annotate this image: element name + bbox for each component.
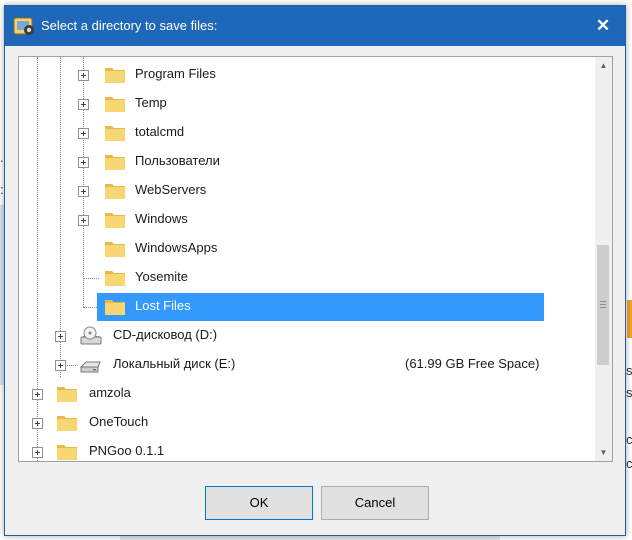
scrollbar-grip [600, 301, 606, 302]
tree-node-label: WebServers [135, 182, 207, 197]
tree-node-pngoo[interactable]: PNGoo 0.1.1 [19, 437, 594, 461]
tree-view-content: Program Files Temp totalcmd Пользователи… [19, 57, 594, 461]
background-text: s [626, 385, 632, 400]
tree-node-windows[interactable]: Windows [19, 205, 594, 234]
close-icon: ✕ [595, 16, 611, 35]
expand-icon[interactable] [78, 215, 89, 226]
tree-node-label: PNGoo 0.1.1 [89, 443, 165, 458]
free-space-label: (61.99 GB Free Space) [405, 356, 540, 371]
folder-icon [105, 300, 125, 315]
folder-icon [57, 387, 77, 402]
tree-node-webservers[interactable]: WebServers [19, 176, 594, 205]
close-button[interactable]: ✕ [581, 6, 625, 46]
tree-node-amzola[interactable]: amzola [19, 379, 594, 408]
tree-node-temp[interactable]: Temp [19, 89, 594, 118]
expand-icon[interactable] [78, 99, 89, 110]
select-directory-dialog: Select a directory to save files: ✕ Prog… [4, 5, 626, 536]
expand-icon[interactable] [78, 70, 89, 81]
dialog-title: Select a directory to save files: [41, 18, 218, 33]
folder-icon [105, 155, 125, 170]
expand-icon[interactable] [32, 418, 43, 429]
background-text: c [626, 456, 632, 471]
scrollbar-grip [600, 307, 606, 308]
folder-icon [57, 445, 77, 460]
tree-node-cd-drive[interactable]: CD-дисковод (D:) [19, 321, 594, 350]
tree-node-onetouch[interactable]: OneTouch [19, 408, 594, 437]
tree-node-label: OneTouch [89, 414, 149, 429]
folder-icon [105, 68, 125, 83]
tree-node-windowsapps[interactable]: WindowsApps [19, 234, 594, 263]
tree-node-lost-files[interactable]: Lost Files [19, 292, 594, 321]
folder-icon [105, 213, 125, 228]
directory-tree[interactable]: Program Files Temp totalcmd Пользователи… [18, 56, 613, 462]
folder-icon [105, 184, 125, 199]
tree-node-label: Lost Files [135, 298, 191, 313]
tree-node-local-disk-e[interactable]: Локальный диск (E:) (61.99 GB Free Space… [19, 350, 594, 379]
tree-node-label: Program Files [135, 66, 216, 81]
scrollbar-thumb[interactable] [597, 245, 609, 365]
tree-node-label: amzola [89, 385, 131, 400]
tree-node-totalcmd[interactable]: totalcmd [19, 118, 594, 147]
folder-icon [105, 271, 125, 286]
dialog-titlebar[interactable]: Select a directory to save files: ✕ [5, 6, 625, 46]
expand-icon[interactable] [55, 360, 66, 371]
cd-drive-icon [80, 326, 102, 345]
background-text: s [626, 363, 632, 378]
tree-node-label: CD-дисковод (D:) [113, 327, 218, 342]
expand-icon[interactable] [78, 128, 89, 139]
background-text: c [626, 432, 632, 447]
cancel-button[interactable]: Cancel [321, 486, 429, 520]
app-icon [13, 17, 34, 35]
tree-node-label: Windows [135, 211, 188, 226]
folder-icon [57, 416, 77, 431]
tree-node-users[interactable]: Пользователи [19, 147, 594, 176]
expand-icon[interactable] [78, 186, 89, 197]
expand-icon[interactable] [32, 389, 43, 400]
folder-icon [105, 242, 125, 257]
scrollbar-grip [600, 304, 606, 305]
folder-icon [105, 97, 125, 112]
folder-icon [105, 126, 125, 141]
tree-node-program-files[interactable]: Program Files [19, 60, 594, 89]
tree-node-yosemite[interactable]: Yosemite [19, 263, 594, 292]
expand-icon[interactable] [78, 157, 89, 168]
expand-icon[interactable] [55, 331, 66, 342]
scroll-down-arrow[interactable]: ▼ [595, 444, 612, 461]
ok-button[interactable]: OK [205, 486, 313, 520]
vertical-scrollbar[interactable]: ▲ ▼ [595, 57, 612, 461]
tree-node-label: totalcmd [135, 124, 185, 139]
hard-drive-icon [79, 361, 101, 373]
scroll-up-arrow[interactable]: ▲ [595, 57, 612, 74]
expand-icon[interactable] [32, 447, 43, 458]
tree-node-label: Yosemite [135, 269, 188, 284]
background-accent-strip [627, 300, 632, 338]
tree-node-label: Temp [135, 95, 167, 110]
tree-node-label: Пользователи [135, 153, 220, 168]
tree-node-label: WindowsApps [135, 240, 218, 255]
tree-node-label: Локальный диск (E:) [113, 356, 236, 371]
